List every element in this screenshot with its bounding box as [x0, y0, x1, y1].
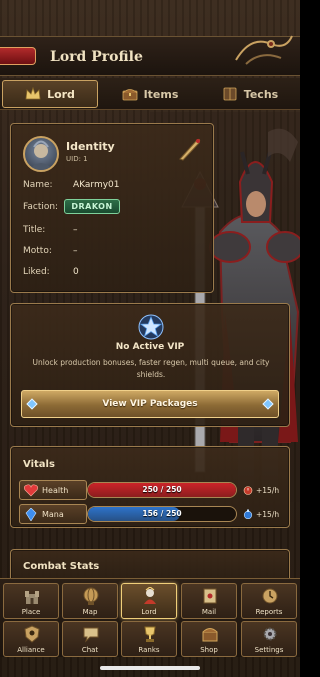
chat-icon	[83, 627, 99, 643]
liked-value: 0	[73, 267, 79, 277]
mana-label: Mana	[42, 509, 64, 519]
mana-regen: +15/h	[243, 509, 279, 519]
nav-reports-label: Reports	[255, 608, 283, 616]
page-title: Lord Profile	[50, 49, 143, 65]
ornament-icon	[235, 35, 293, 65]
motto-label: Motto:	[23, 246, 52, 256]
nav-map-label: Map	[82, 608, 98, 616]
shop-icon	[202, 628, 218, 642]
lord-avatar-icon	[29, 140, 53, 170]
tab-bar: Lord Items Techs	[0, 78, 300, 110]
timer-icon	[243, 486, 253, 495]
combat-stats-title: Combat Stats	[23, 561, 100, 572]
tab-items[interactable]: Items	[102, 80, 198, 108]
identity-title: Identity	[66, 140, 115, 153]
nav-lord-button[interactable]: Lord	[121, 583, 177, 619]
avatar[interactable]	[23, 136, 59, 172]
faction-badge: DRAKON	[64, 199, 120, 214]
title-label: Title:	[23, 225, 46, 235]
lord-profile-screen: Lord Profile Lord Items Techs Identity U…	[0, 0, 300, 677]
nav-lord-label: Lord	[141, 608, 157, 616]
liked-label: Liked:	[23, 267, 50, 277]
uid-label: UID: 1	[66, 155, 88, 163]
nav-shop-button[interactable]: Shop	[181, 621, 237, 657]
nav-alliance-label: Alliance	[17, 646, 45, 654]
tab-lord-label: Lord	[47, 87, 75, 101]
vip-status: No Active VIP	[115, 342, 185, 352]
mail-icon	[203, 588, 217, 604]
vip-description: Unlock production bonuses, faster regen,…	[32, 358, 270, 379]
crown-icon	[25, 87, 41, 100]
vip-panel: No Active VIP Unlock production bonuses,…	[10, 303, 290, 427]
title-value: –	[73, 225, 78, 235]
health-regen-text: +15/h	[256, 485, 280, 495]
nav-mail-button[interactable]: Mail	[181, 583, 237, 619]
book-icon	[223, 87, 237, 101]
globe-icon	[83, 587, 99, 605]
mana-crystal-icon	[25, 508, 37, 521]
faction-label: Faction:	[23, 202, 59, 212]
motto-value: –	[73, 246, 78, 256]
nav-reports-button[interactable]: Reports	[241, 583, 297, 619]
lord-icon	[144, 587, 156, 604]
nav-mail-label: Mail	[201, 608, 217, 616]
nav-ranks-label: Ranks	[138, 646, 160, 654]
name-value: AKarmy01	[73, 180, 120, 190]
alliance-icon	[24, 625, 40, 643]
vitals-panel: Vitals Health 250 / 250 +15/h Mana 156 /…	[10, 446, 290, 528]
nav-settings-label: Settings	[254, 646, 284, 654]
health-label-box: Health	[19, 480, 87, 500]
nav-place-label: Place	[21, 608, 41, 616]
nav-place-button[interactable]: Place	[3, 583, 59, 619]
gem-left-icon	[26, 398, 38, 410]
castle-icon	[25, 591, 39, 604]
scroll-icon	[262, 588, 278, 604]
nav-alliance-button[interactable]: Alliance	[3, 621, 59, 657]
identity-panel: Identity UID: 1 Name: AKarmy01 Faction: …	[10, 123, 214, 293]
tab-items-label: Items	[143, 87, 179, 101]
nav-shop-label: Shop	[200, 646, 218, 654]
nav-ranks-button[interactable]: Ranks	[121, 621, 177, 657]
nav-chat-button[interactable]: Chat	[62, 621, 118, 657]
mana-value: 156 / 250	[142, 509, 182, 518]
tab-techs-label: Techs	[243, 87, 279, 101]
nav-settings-button[interactable]: Settings	[241, 621, 297, 657]
potion-icon	[243, 509, 253, 519]
mana-bar: 156 / 250	[87, 506, 237, 522]
health-bar: 250 / 250	[87, 482, 237, 498]
quill-edit-icon[interactable]	[177, 136, 203, 162]
health-value: 250 / 250	[142, 485, 182, 494]
tab-techs[interactable]: Techs	[202, 80, 298, 108]
tab-lord[interactable]: Lord	[2, 80, 98, 108]
health-regen: +15/h	[243, 485, 279, 495]
nav-map-button[interactable]: Map	[62, 583, 118, 619]
mana-label-box: Mana	[19, 504, 87, 524]
mana-regen-text: +15/h	[256, 509, 280, 519]
heart-icon	[24, 484, 38, 497]
trophy-icon	[144, 626, 156, 642]
combat-stats-panel: Combat Stats	[10, 549, 290, 579]
view-vip-packages-label: View VIP Packages	[102, 399, 198, 409]
gear-icon	[263, 627, 277, 641]
chest-icon	[122, 89, 137, 101]
gem-right-icon	[262, 398, 274, 410]
health-label: Health	[42, 485, 69, 495]
home-indicator	[100, 666, 200, 670]
nav-chat-label: Chat	[81, 646, 99, 654]
name-label: Name:	[23, 180, 53, 190]
bottom-navigation: Place Map Lord Mail Reports Alliance Cha…	[0, 578, 300, 657]
view-vip-packages-button[interactable]: View VIP Packages	[21, 390, 279, 418]
vip-star-icon	[138, 314, 164, 340]
back-button[interactable]	[0, 47, 36, 65]
vitals-title: Vitals	[23, 459, 55, 470]
